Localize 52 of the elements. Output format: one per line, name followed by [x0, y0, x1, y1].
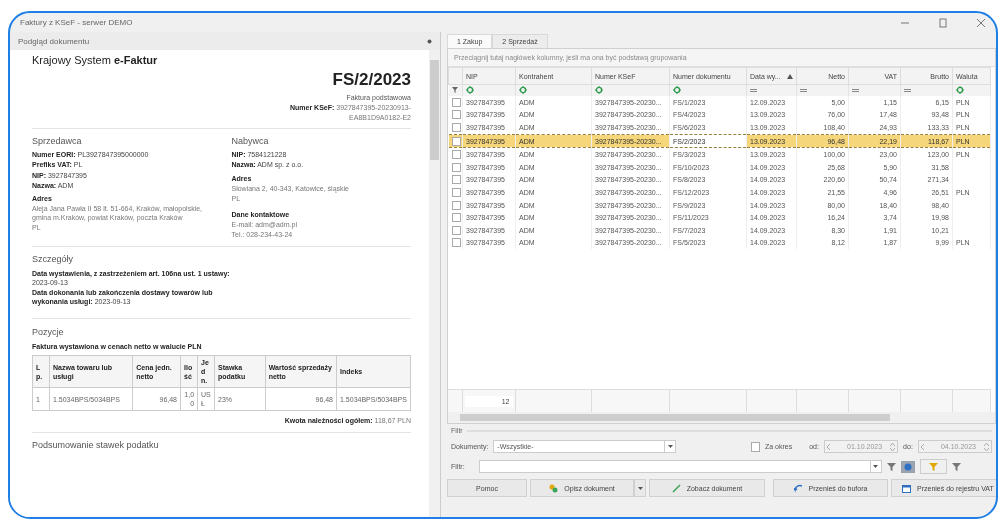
checkbox[interactable] [451, 225, 461, 235]
chevron-icon [826, 443, 831, 450]
section-heading: Nabywca [231, 135, 270, 148]
equals-filter-icon[interactable] [852, 88, 859, 93]
text-filter-icon[interactable] [673, 86, 681, 94]
section-heading: Podsumowanie stawek podatku [32, 439, 160, 452]
vertical-scrollbar[interactable] [429, 50, 440, 517]
section-heading: Szczegóły [32, 254, 75, 266]
filter-icon[interactable] [886, 462, 896, 471]
pen-icon [671, 483, 681, 493]
spinner-icon [984, 442, 989, 451]
checkbox[interactable] [451, 162, 461, 172]
horizontal-scrollbar[interactable] [448, 412, 995, 423]
checkbox[interactable] [451, 150, 461, 160]
checkbox[interactable] [451, 110, 461, 120]
text-filter-icon[interactable] [595, 86, 603, 94]
equals-filter-icon[interactable] [800, 88, 807, 93]
document-header: Krajowy System e-Faktur [32, 53, 159, 68]
text-filter-icon[interactable] [466, 86, 474, 94]
section-heading: Pozycje [32, 327, 65, 339]
filter-dropdown[interactable] [478, 460, 882, 473]
close-icon[interactable] [976, 17, 986, 28]
checkbox[interactable] [451, 187, 461, 197]
calendar-icon [902, 483, 911, 493]
filter-icon [451, 87, 458, 93]
pin-icon[interactable] [427, 38, 432, 44]
caret-icon [873, 465, 879, 468]
invoice-number: FS/2/2023 [331, 69, 411, 92]
panel-title: Podgląd dokumentu [18, 36, 90, 46]
maximize-icon[interactable] [938, 17, 948, 28]
checkbox[interactable] [451, 136, 461, 146]
window-title: Faktury z KSeF - serwer DEMO [20, 18, 134, 27]
dropdown-button[interactable] [634, 479, 646, 497]
checkbox[interactable] [451, 123, 461, 132]
clear-filter-icon[interactable] [951, 462, 961, 471]
checkbox[interactable] [451, 200, 461, 210]
text-filter-icon[interactable] [519, 86, 527, 94]
checkbox[interactable] [451, 213, 461, 223]
checkbox[interactable] [451, 175, 461, 185]
equals-filter-icon[interactable] [750, 88, 757, 93]
checkbox[interactable] [751, 441, 760, 452]
text-filter-icon[interactable] [956, 86, 964, 94]
caret-icon [637, 486, 643, 490]
equals-filter-icon[interactable] [904, 88, 911, 93]
arrow-icon [793, 483, 803, 493]
spinner-icon [890, 442, 896, 451]
chevron-icon [920, 443, 925, 450]
funnel-icon[interactable] [919, 459, 947, 474]
checkbox[interactable] [451, 238, 461, 248]
caret-icon [667, 445, 673, 448]
checkbox[interactable] [451, 97, 461, 107]
section-heading: Sprzedawca [32, 135, 83, 148]
